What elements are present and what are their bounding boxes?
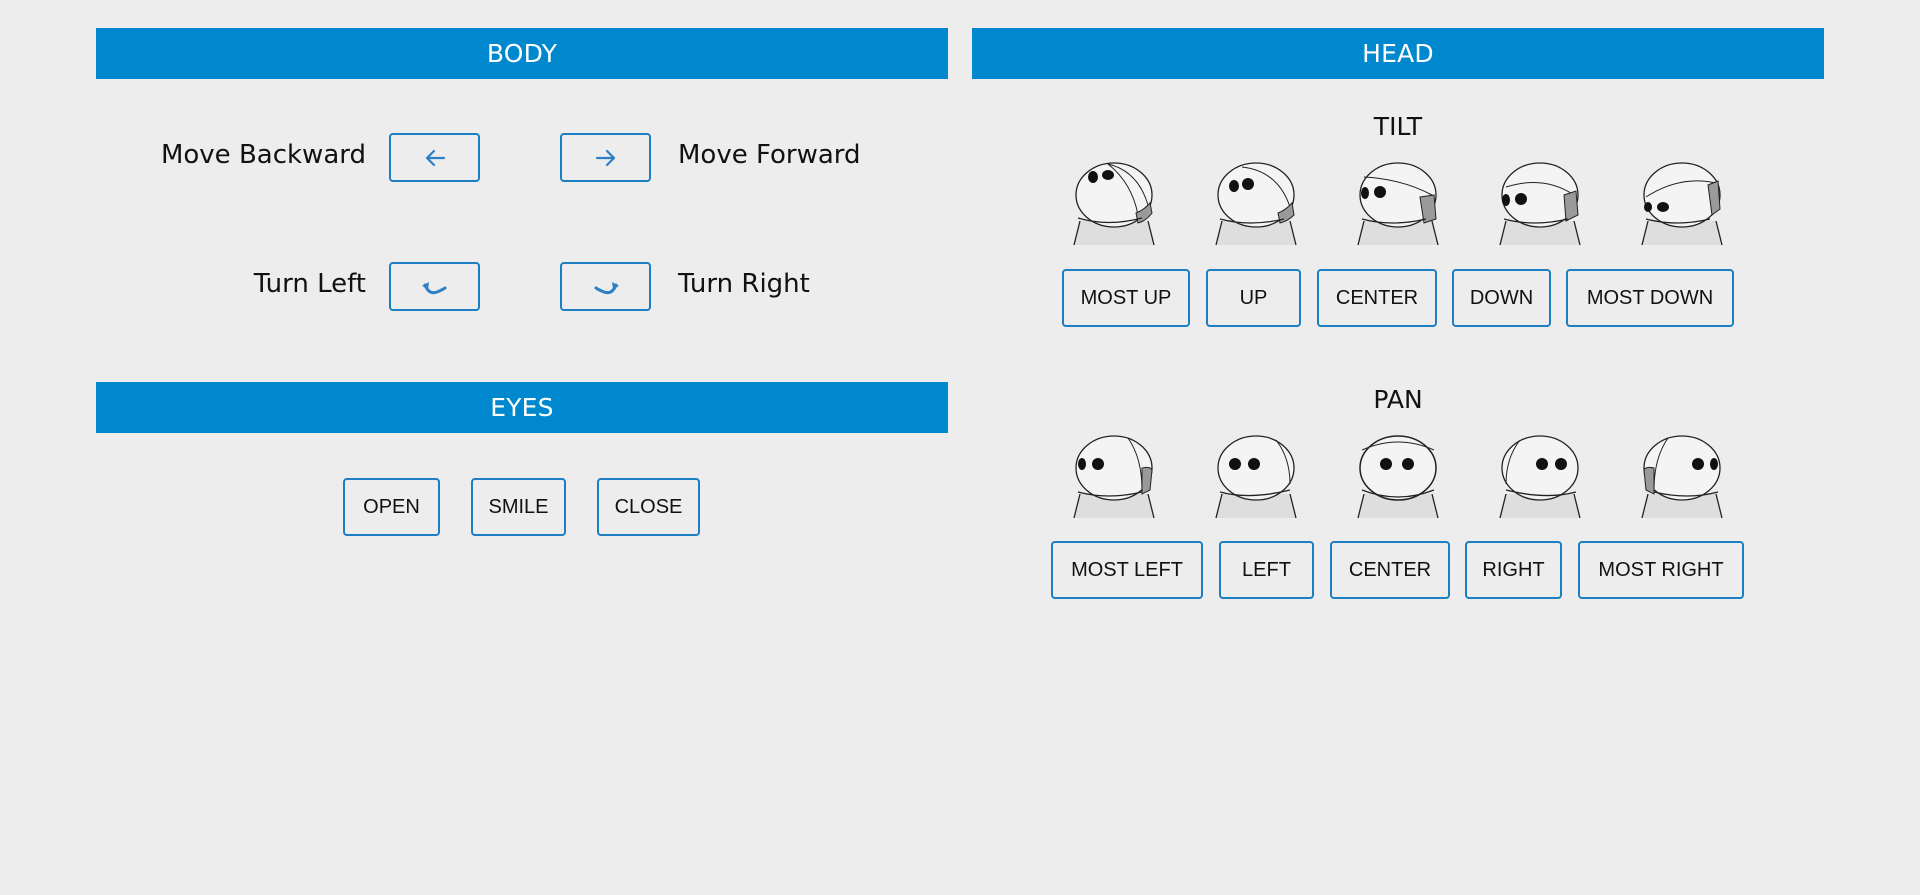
robot-pan-most-left-image xyxy=(1073,435,1155,519)
pan-right-button[interactable]: RIGHT xyxy=(1465,541,1562,599)
tilt-most-up-button[interactable]: MOST UP xyxy=(1062,269,1190,327)
move-backward-label: Move Backward xyxy=(160,140,366,170)
robot-pan-most-right-image xyxy=(1641,435,1723,519)
turn-left-label: Turn Left xyxy=(253,269,366,299)
tilt-up-button[interactable]: UP xyxy=(1206,269,1301,327)
pan-title: PAN xyxy=(1373,385,1423,414)
pan-center-button[interactable]: CENTER xyxy=(1330,541,1450,599)
robot-pan-right-image xyxy=(1499,435,1581,519)
move-forward-label: Move Forward xyxy=(678,140,861,170)
robot-tilt-down-image xyxy=(1499,162,1581,246)
turn-right-label: Turn Right xyxy=(678,269,810,299)
robot-tilt-most-down-image xyxy=(1641,162,1723,246)
robot-pan-center-image xyxy=(1357,435,1439,519)
robot-tilt-most-up-image xyxy=(1073,162,1155,246)
robot-tilt-center-image xyxy=(1357,162,1439,246)
tilt-title: TILT xyxy=(1373,112,1423,141)
turn-right-button[interactable] xyxy=(560,262,651,311)
tilt-center-button[interactable]: CENTER xyxy=(1317,269,1437,327)
move-backward-button[interactable] xyxy=(389,133,480,182)
eyes-open-button[interactable]: OPEN xyxy=(343,478,440,536)
arrow-left-icon xyxy=(425,149,445,166)
turn-left-icon xyxy=(421,281,446,294)
turn-right-icon xyxy=(594,281,619,294)
eyes-smile-button[interactable]: SMILE xyxy=(471,478,566,536)
turn-left-button[interactable] xyxy=(389,262,480,311)
robot-tilt-up-image xyxy=(1215,162,1297,246)
tilt-down-button[interactable]: DOWN xyxy=(1452,269,1551,327)
eyes-close-button[interactable]: CLOSE xyxy=(597,478,700,536)
pan-left-button[interactable]: LEFT xyxy=(1219,541,1314,599)
arrow-right-icon xyxy=(595,149,615,166)
pan-most-left-button[interactable]: MOST LEFT xyxy=(1051,541,1203,599)
head-section-header: HEAD xyxy=(972,28,1824,79)
body-section-header: BODY xyxy=(96,28,948,79)
robot-pan-left-image xyxy=(1215,435,1297,519)
move-forward-button[interactable] xyxy=(560,133,651,182)
pan-most-right-button[interactable]: MOST RIGHT xyxy=(1578,541,1744,599)
tilt-most-down-button[interactable]: MOST DOWN xyxy=(1566,269,1734,327)
eyes-section-header: EYES xyxy=(96,382,948,433)
